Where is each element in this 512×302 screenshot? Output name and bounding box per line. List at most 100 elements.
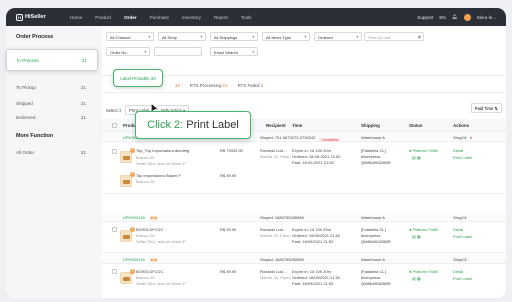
tracking-number: QM86496326BR: [361, 160, 391, 165]
print-label-link[interactable]: Print Label: [453, 155, 472, 160]
carrier: bluexpress: [361, 275, 381, 280]
qty-badge: 2: [130, 227, 135, 232]
status-label: ● Platform Fulfill: [409, 227, 438, 232]
sidebar-item-shipped[interactable]: Shipped 21: [16, 101, 86, 106]
sidebar-item-label: Delivered: [16, 115, 36, 120]
top-right: Support EN 🔔︎ Seira le...: [417, 13, 496, 21]
product-name[interactable]: BO9OLDFCDC: [136, 269, 163, 274]
chevron-down-icon: ▼: [303, 35, 307, 39]
order-id[interactable]: UPH500146: [123, 215, 145, 220]
tab-label-printable-highlight[interactable]: Label Printable 33: [113, 69, 163, 87]
row-checkbox[interactable]: [112, 269, 117, 274]
ordered-value: Ordered: [318, 35, 333, 40]
tab-rts-failed[interactable]: RTS Failed 3: [238, 83, 264, 88]
cancelled-badge: Cancelled: [320, 138, 340, 142]
product-image: [120, 175, 132, 187]
sidebar-item-all-order[interactable]: All Order 21: [16, 150, 86, 155]
nav-inventory[interactable]: Inventory: [182, 15, 201, 20]
nav-report[interactable]: Report: [214, 15, 228, 20]
print-label-link[interactable]: Print Label: [453, 234, 472, 239]
seller-sku: Seller SKU: test-sh-Verde-P: [136, 281, 186, 286]
tracking-number: QM86496326BR: [361, 281, 391, 286]
channel-select[interactable]: All Channel ▼: [106, 32, 154, 41]
nav-product[interactable]: Product: [95, 15, 111, 20]
detail-link[interactable]: Detail: [453, 227, 463, 232]
paid-time-sort[interactable]: Paid Time ⇅: [470, 103, 502, 113]
items-type-select[interactable]: All Items Type ▼: [262, 32, 310, 41]
select-label: Select 3: [106, 108, 121, 113]
product-price: R$ 39.90: [220, 227, 237, 232]
bell-icon[interactable]: 🔔︎: [452, 14, 458, 20]
sidebar-item-to-pickup[interactable]: To Pickup 21: [16, 85, 86, 90]
print-label-link[interactable]: Print Label: [453, 276, 472, 281]
callout-text: Print Label: [186, 119, 239, 131]
product-price: R$ 39.90: [220, 269, 237, 274]
table-row: 2 BO9OLDFCDC Branco-25 Seller SKU: test-…: [102, 264, 506, 294]
avatar[interactable]: [463, 13, 471, 21]
ordered-time: Ordered: 16/09/2021 21:52: [292, 275, 341, 280]
ship-channel: [Falabella CL]: [361, 269, 386, 274]
tracking-number: QM86496326BR: [361, 239, 391, 244]
tutorial-callout: Click 2: Print Label: [135, 111, 251, 139]
ordered-select[interactable]: Ordered ▼: [314, 32, 362, 41]
shop-select[interactable]: All Shop ▼: [158, 32, 206, 41]
detail-link[interactable]: Detail: [453, 269, 463, 274]
product-name[interactable]: BO9OLDFCDC: [136, 227, 163, 232]
detail-link[interactable]: Detail: [453, 148, 463, 153]
date-filter-input[interactable]: Filter by date ▦: [364, 32, 424, 41]
product-variant: Branco-25: [136, 233, 155, 238]
row-checkbox[interactable]: [112, 149, 117, 154]
order-id[interactable]: UPH500146: [123, 257, 145, 262]
nav-tools[interactable]: Tools: [241, 15, 252, 20]
shipping-select[interactable]: All Shippings ▼: [210, 32, 258, 41]
exact-search-value: Exact Search: [214, 50, 238, 55]
brand-logo[interactable]: H HiSeller: [16, 13, 70, 21]
col-status: Status: [409, 123, 423, 128]
status-label: ● Platform Fulfill: [409, 148, 438, 153]
seller-sku: Seller SKU: test-sh-Verde-P: [136, 161, 186, 166]
tab-rts-processing[interactable]: RTS Processing 13: [190, 83, 228, 88]
ship-channel: [Falabella CL]: [361, 227, 386, 232]
product-name[interactable]: Top importadora Blazer F: [136, 173, 181, 178]
shop-id: ShopId: 1680755265989: [260, 257, 304, 262]
qty-badge: 2: [130, 172, 135, 177]
sidebar-item-delivered[interactable]: Delivered 21: [16, 115, 86, 120]
chevron-down-icon: ▼: [355, 35, 359, 39]
product-name[interactable]: Top_Top Importadora abcdefg: [136, 148, 189, 153]
chevron-down-icon: ▼: [251, 35, 255, 39]
order-header: UPH500146 ▣▣ ShopId: 1680755265989 Wareh…: [102, 254, 506, 264]
main-panel: All Channel ▼ All Shop ▼ All Shippings ▼ Al…: [102, 26, 506, 298]
nav-purchase[interactable]: Purchase: [150, 15, 169, 20]
select-all-checkbox[interactable]: [112, 123, 117, 128]
tab-2[interactable]: 34: [175, 83, 180, 88]
sidebar-item-label: All Order: [16, 150, 35, 155]
select-text: Select: [106, 107, 118, 113]
user-name[interactable]: Seira le...: [477, 15, 496, 20]
support-menu[interactable]: Support: [417, 15, 433, 20]
search-input[interactable]: [154, 47, 202, 56]
main-nav: Home Product Order Purchase Inventory Re…: [70, 15, 251, 20]
col-time: Time: [292, 123, 303, 128]
status-text: Platform Fulfill: [412, 269, 438, 274]
paid-time-label: Paid Time: [474, 105, 494, 111]
more-function-heading: More Function: [16, 133, 54, 139]
flag-icons: ▣▣: [150, 215, 158, 220]
exact-search-select[interactable]: Exact Search ▼: [210, 47, 258, 56]
warehouse: Warehouse A: [361, 215, 385, 220]
sidebar-item-in-process[interactable]: In Process 21: [6, 49, 98, 71]
row-checkbox[interactable]: [112, 227, 117, 232]
sidebar-item-count: 21: [80, 115, 86, 120]
tab-count: 3: [260, 83, 264, 88]
col-actions: Actions: [453, 123, 470, 128]
product-price: R$ 79333.90: [220, 148, 243, 153]
status-text: Platform Fulfill: [412, 148, 438, 153]
nav-order[interactable]: Order: [124, 15, 137, 20]
paid-time: Paid: 16/09/2021 21:52: [292, 281, 334, 286]
recipient-name: Ronaldo Luiz...: [260, 227, 287, 232]
flame-icon: ♦: [470, 135, 473, 140]
language-select[interactable]: EN: [439, 15, 445, 20]
status-icons: ▤ ▦: [412, 155, 421, 160]
nav-home[interactable]: Home: [70, 15, 82, 20]
order-no-select[interactable]: Order No. ▼: [106, 47, 150, 56]
logo-icon: H: [16, 13, 23, 21]
